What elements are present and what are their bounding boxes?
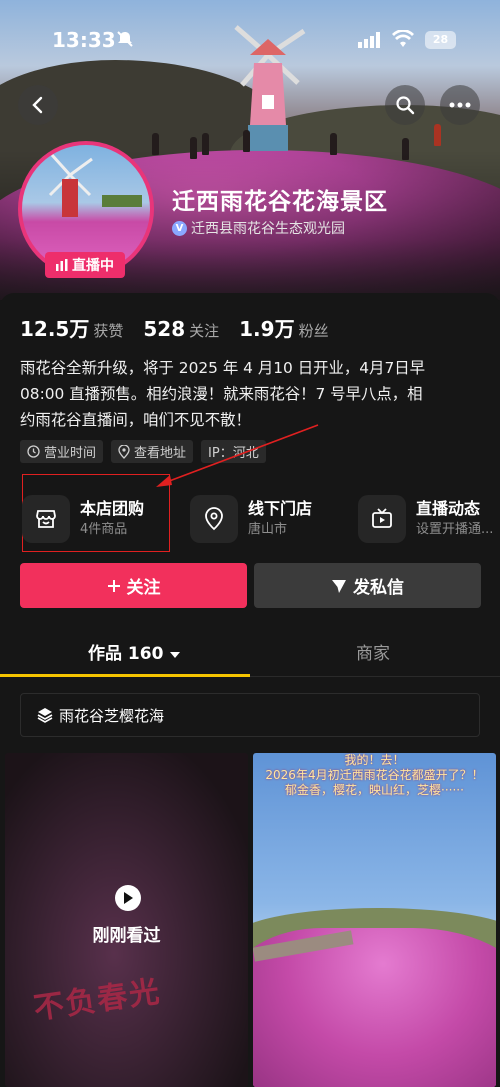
video-caption: 我的！去！ 2026年4月初迁西雨花谷花都盛开了？！ 郁金香，樱花，映山红，芝樱… [253,753,496,798]
live-bars-icon [56,259,68,271]
location-icon [118,444,130,459]
caption-line: 郁金香，樱花，映山红，芝樱······ [285,783,464,797]
content-tabs: 作品 160 商家 [0,625,500,677]
bio-line: 08:00 直播预售。相约浪漫！就来雨花谷！7 号早八点，相 [20,385,423,403]
status-bar: 13:33 28 [0,28,500,54]
active-tab-indicator [0,674,250,677]
likes-label: 获赞 [93,322,124,340]
search-button[interactable] [385,85,425,125]
followers-count[interactable]: 1.9万 [239,313,294,342]
caption-line: 2026年4月初迁西雨花谷花都盛开了？！ [265,768,484,782]
back-button[interactable] [18,85,58,125]
quick-link-title: 直播动态 [416,499,481,518]
stats-row: 12.5万 获赞 528 关注 1.9万 粉丝 [20,313,349,342]
chevron-left-icon [32,96,43,114]
live-badge-label: 直播中 [72,258,114,274]
quick-link-live-updates[interactable]: 直播动态 设置开播通... [358,489,493,549]
caption-line: 我的！去！ [344,753,405,767]
battery-indicator: 28 [425,31,456,49]
profile-card: 12.5万 获赞 528 关注 1.9万 粉丝 雨花谷全新升级，将于 2025 … [0,293,500,1087]
message-button-label: 发私信 [353,578,404,598]
quick-link-group-buy[interactable]: 本店团购 4件商品 [22,489,144,549]
more-dots-icon [449,102,471,108]
following-label: 关注 [189,322,220,340]
visitor-figure [243,130,250,152]
clock-icon [27,445,40,458]
tab-merchant[interactable]: 商家 [356,639,390,664]
quick-link-title: 线下门店 [248,499,313,518]
collection-chip[interactable]: 雨花谷芝樱花海 [20,693,480,737]
tab-works-label: 作品 160 [88,644,164,664]
live-tv-icon [358,495,406,543]
verified-icon: V [172,220,187,236]
pin-icon [190,495,238,543]
following-count[interactable]: 528 [143,317,185,341]
layers-icon [37,708,53,723]
bio-line: 雨花谷全新升级，将于 2025 年 4 月10 日开业，4月7日早 [20,359,426,377]
profile-name: 迁西雨花谷花海景区 [172,189,388,215]
video-thumbnail[interactable]: 我的！去！ 2026年4月初迁西雨花谷花都盛开了？！ 郁金香，樱花，映山红，芝樱… [253,753,496,1087]
recently-watched-label: 刚刚看过 [92,926,161,946]
tag-business-hours[interactable]: 营业时间 [20,440,104,463]
quick-link-offline-store[interactable]: 线下门店 唐山市 [190,489,312,549]
quick-link-title: 本店团购 [80,499,145,518]
status-time: 13:33 [52,28,116,52]
profile-bio: 雨花谷全新升级，将于 2025 年 4 月10 日开业，4月7日早 08:00 … [20,355,482,433]
message-button[interactable]: 发私信 [254,563,481,608]
play-icon [115,885,141,911]
tag-label: 营业时间 [44,446,97,461]
plus-icon [107,579,120,592]
annotation-arrow [156,424,319,487]
verified-entity-label: 迁西县雨花谷生态观光园 [191,221,345,237]
collection-label: 雨花谷芝樱花海 [59,706,165,725]
followers-label: 粉丝 [298,322,329,340]
quick-link-subtitle: 唐山市 [248,522,288,537]
send-icon [332,579,346,593]
mute-bell-icon [116,30,134,52]
caret-down-icon [170,652,181,658]
quick-link-subtitle: 设置开播通... [416,522,494,537]
follow-button-label: 关注 [126,578,161,598]
verified-entity[interactable]: V 迁西县雨花谷生态观光园 [172,218,345,238]
quick-link-subtitle: 4件商品 [80,522,128,537]
wifi-icon [392,29,414,52]
more-button[interactable] [440,85,480,125]
live-badge[interactable]: 直播中 [45,252,125,278]
cellular-signal-icon [358,32,382,52]
search-icon [396,96,415,115]
follow-button[interactable]: 关注 [20,563,247,608]
likes-count[interactable]: 12.5万 [20,313,89,342]
video-thumbnail-overlay[interactable]: 刚刚看过 不负春光 [5,753,248,1087]
visitor-figure [434,124,441,146]
video-watermark: 不负春光 [31,974,164,1027]
tab-works[interactable]: 作品 160 [88,639,181,664]
shop-icon [22,495,70,543]
